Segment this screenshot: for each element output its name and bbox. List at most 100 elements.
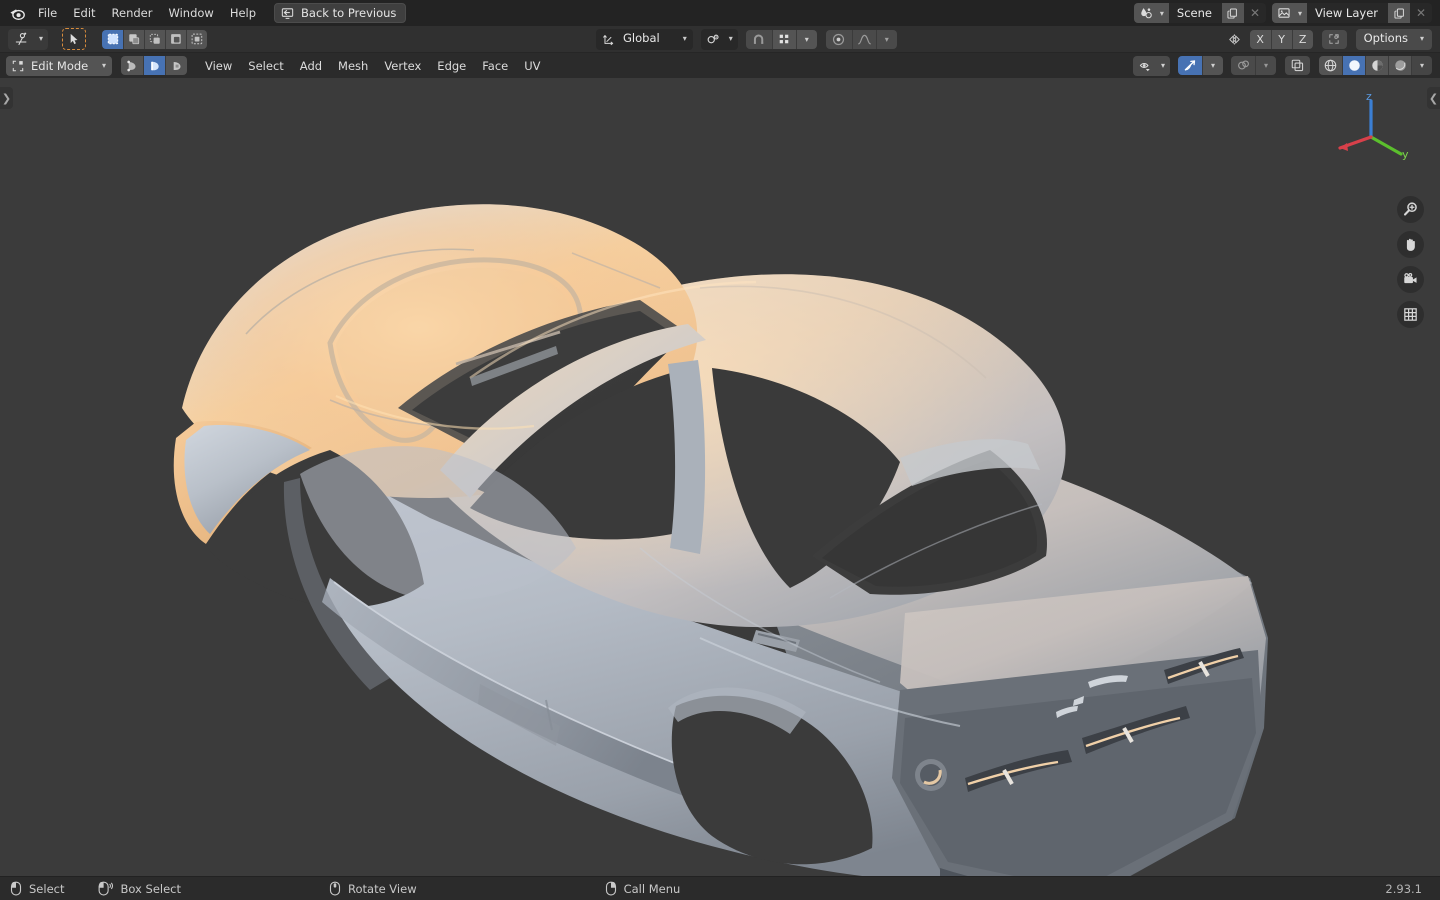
gizmo-axis-z-label: z bbox=[1366, 90, 1372, 103]
face-select-mode-button[interactable] bbox=[165, 56, 187, 75]
mirror-z-button[interactable]: Z bbox=[1292, 30, 1313, 49]
select-set-button[interactable] bbox=[102, 30, 123, 49]
auto-merge-icon bbox=[1327, 32, 1341, 46]
menu-edit[interactable]: Edit bbox=[65, 3, 103, 23]
3d-viewport[interactable]: ❯ ❮ bbox=[0, 78, 1440, 876]
edit-mode-icon bbox=[11, 59, 25, 73]
new-datablock-icon[interactable] bbox=[1388, 3, 1410, 23]
mirror-y-button[interactable]: Y bbox=[1271, 30, 1292, 49]
status-rotate-view-label: Rotate View bbox=[348, 882, 417, 896]
vertex-select-mode-button[interactable] bbox=[121, 56, 143, 75]
chevron-down-icon: ▾ bbox=[729, 35, 733, 43]
shading-dropdown[interactable]: ▾ bbox=[1411, 56, 1432, 75]
status-bar: Select Box Select Rotate View bbox=[0, 876, 1440, 900]
face-select-icon bbox=[170, 59, 184, 73]
proportional-edit-toggle[interactable] bbox=[826, 30, 852, 49]
car-body-mesh[interactable] bbox=[0, 78, 1440, 876]
menu-face[interactable]: Face bbox=[474, 56, 516, 75]
options-button[interactable]: Options ▾ bbox=[1356, 29, 1432, 50]
shading-solid-button[interactable] bbox=[1342, 56, 1365, 75]
select-invert-button[interactable] bbox=[165, 30, 186, 49]
menu-mesh[interactable]: Mesh bbox=[330, 56, 376, 75]
tweak-tool-button[interactable] bbox=[62, 28, 86, 50]
xray-toggle[interactable] bbox=[1178, 56, 1202, 75]
unlink-datablock-icon[interactable]: ✕ bbox=[1410, 3, 1432, 23]
select-set-icon bbox=[106, 32, 120, 46]
unlink-datablock-icon[interactable]: ✕ bbox=[1244, 3, 1266, 23]
menu-file[interactable]: File bbox=[30, 3, 65, 23]
visibility-selector[interactable]: ▾ bbox=[1133, 56, 1170, 76]
chevron-down-icon: ▾ bbox=[1211, 61, 1215, 70]
zoom-icon bbox=[1402, 201, 1419, 218]
status-call-menu-label: Call Menu bbox=[624, 882, 681, 896]
snap-options-dropdown[interactable]: ▾ bbox=[796, 30, 817, 49]
view-layer-name-field[interactable]: View Layer bbox=[1307, 3, 1388, 23]
select-intersect-button[interactable] bbox=[186, 30, 207, 49]
rendered-shading-icon bbox=[1393, 58, 1408, 73]
chevron-down-icon: ▾ bbox=[885, 35, 889, 44]
overlays-toggle[interactable] bbox=[1285, 56, 1310, 75]
move-view-button[interactable] bbox=[1397, 231, 1424, 258]
view-layer-datablock[interactable]: ▾ View Layer ✕ bbox=[1272, 3, 1432, 23]
menu-select[interactable]: Select bbox=[240, 56, 291, 75]
menu-help[interactable]: Help bbox=[222, 3, 264, 23]
gizmo-axis-y-label: y bbox=[1402, 148, 1409, 161]
mode-selector[interactable]: Edit Mode ▾ bbox=[6, 56, 112, 76]
camera-icon bbox=[1402, 271, 1419, 288]
shading-material-button[interactable] bbox=[1365, 56, 1388, 75]
select-extend-button[interactable] bbox=[123, 30, 144, 49]
falloff-selector[interactable] bbox=[852, 30, 876, 49]
chevron-down-icon: ▾ bbox=[805, 35, 809, 44]
status-box-select: Box Select bbox=[98, 881, 181, 896]
select-subtract-button[interactable] bbox=[144, 30, 165, 49]
menu-window[interactable]: Window bbox=[160, 3, 221, 23]
mouse-left-icon bbox=[10, 881, 22, 896]
proportional-editing-group: ▾ bbox=[826, 30, 897, 49]
pivot-icon bbox=[706, 32, 721, 47]
new-datablock-icon[interactable] bbox=[1222, 3, 1244, 23]
snap-to-selector[interactable] bbox=[772, 30, 796, 49]
gizmo-group: ▾ bbox=[1231, 56, 1276, 75]
pivot-point-selector[interactable]: ▾ bbox=[701, 29, 738, 50]
scene-name-field[interactable]: Scene bbox=[1169, 3, 1222, 23]
zoom-view-button[interactable] bbox=[1397, 196, 1424, 223]
transform-orientation-selector[interactable]: Global ▾ bbox=[596, 29, 693, 50]
menu-edge[interactable]: Edge bbox=[429, 56, 474, 75]
falloff-dropdown[interactable]: ▾ bbox=[876, 30, 897, 49]
menu-add[interactable]: Add bbox=[292, 56, 330, 75]
view-layer-icon[interactable]: ▾ bbox=[1272, 3, 1307, 23]
gizmo-toggle[interactable] bbox=[1231, 56, 1255, 75]
menu-render[interactable]: Render bbox=[104, 3, 161, 23]
xray-dropdown[interactable]: ▾ bbox=[1202, 56, 1223, 75]
toggle-ortho-button[interactable] bbox=[1397, 301, 1424, 328]
visibility-selector-icon bbox=[1138, 59, 1153, 73]
menu-uv[interactable]: UV bbox=[516, 56, 548, 75]
chevron-down-icon: ▾ bbox=[1420, 35, 1424, 43]
menu-vertex[interactable]: Vertex bbox=[376, 56, 429, 75]
chevron-down-icon: ▾ bbox=[102, 61, 106, 70]
blender-logo-icon[interactable] bbox=[4, 5, 30, 22]
chevron-down-icon: ▾ bbox=[1161, 62, 1165, 70]
camera-view-button[interactable] bbox=[1397, 266, 1424, 293]
navigation-gizmo[interactable]: z y bbox=[1328, 90, 1412, 174]
scene-datablock[interactable]: ▾ Scene ✕ bbox=[1134, 3, 1266, 23]
edge-select-mode-button[interactable] bbox=[143, 56, 165, 75]
hand-icon bbox=[1402, 236, 1419, 253]
auto-merge-button[interactable] bbox=[1322, 30, 1347, 49]
status-call-menu: Call Menu bbox=[605, 881, 681, 896]
gizmo-dropdown[interactable]: ▾ bbox=[1255, 56, 1276, 75]
version-label: 2.93.1 bbox=[1385, 882, 1430, 896]
select-subtract-icon bbox=[148, 32, 162, 46]
shading-rendered-button[interactable] bbox=[1388, 56, 1411, 75]
active-tool-selector[interactable]: ▾ bbox=[8, 29, 48, 50]
chevron-down-icon: ▾ bbox=[39, 35, 43, 43]
shading-wireframe-button[interactable] bbox=[1319, 56, 1342, 75]
back-to-previous-button[interactable]: Back to Previous bbox=[274, 3, 406, 23]
snap-magnet-toggle[interactable] bbox=[746, 30, 772, 49]
viewport-nav-tools bbox=[1397, 196, 1424, 328]
transform-orientation-value: Global bbox=[623, 33, 660, 45]
xray-icon bbox=[1183, 58, 1198, 73]
menu-view[interactable]: View bbox=[197, 56, 240, 75]
scene-icon[interactable]: ▾ bbox=[1134, 3, 1169, 23]
mirror-x-button[interactable]: X bbox=[1250, 30, 1271, 49]
